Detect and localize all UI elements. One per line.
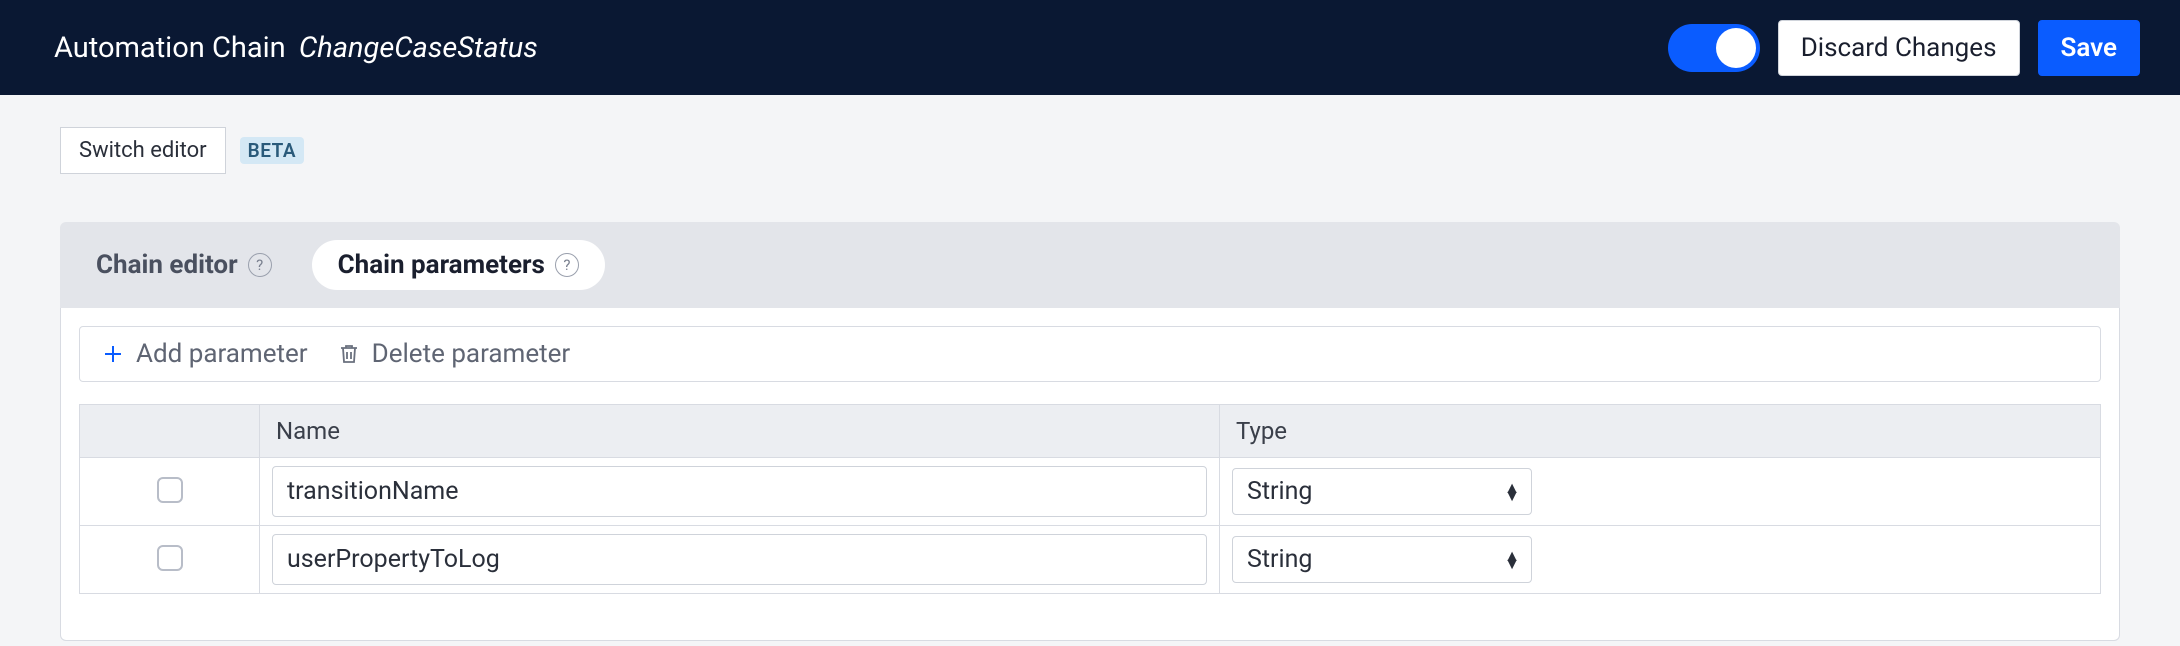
parameters-table: Name Type: [79, 404, 2101, 594]
row-check-cell: [80, 458, 260, 526]
beta-badge: BETA: [240, 137, 304, 164]
help-icon[interactable]: ?: [248, 253, 272, 277]
row-checkbox[interactable]: [157, 477, 183, 503]
tab-chain-parameters[interactable]: Chain parameters ?: [312, 240, 605, 290]
header-actions: Discard Changes Save: [1668, 20, 2140, 76]
plus-icon: [100, 341, 126, 367]
parameters-toolbar: Add parameter Delete parameter: [79, 326, 2101, 382]
toggle-knob: [1716, 28, 1756, 68]
col-type-header: Type: [1220, 405, 2101, 458]
parameter-type-select[interactable]: String: [1232, 536, 1532, 583]
row-checkbox[interactable]: [157, 545, 183, 571]
switch-editor-row: Switch editor BETA: [60, 127, 2120, 174]
header-bar: Automation Chain ChangeCaseStatus Discar…: [0, 0, 2180, 95]
help-icon[interactable]: ?: [555, 253, 579, 277]
tab-chain-editor[interactable]: Chain editor ?: [96, 250, 272, 280]
add-parameter-button[interactable]: Add parameter: [100, 339, 308, 369]
add-parameter-label: Add parameter: [136, 339, 308, 369]
delete-parameter-button[interactable]: Delete parameter: [336, 339, 571, 369]
tab-chain-editor-label: Chain editor: [96, 250, 238, 280]
title-chain-name: ChangeCaseStatus: [299, 31, 538, 65]
table-header-row: Name Type: [80, 405, 2101, 458]
col-name-header: Name: [260, 405, 1220, 458]
title-label: Automation Chain: [54, 31, 286, 65]
type-select-wrap: String ▲▼: [1232, 468, 1532, 515]
row-name-cell: [260, 458, 1220, 526]
page-title: Automation Chain ChangeCaseStatus: [54, 31, 538, 65]
row-check-cell: [80, 526, 260, 594]
content-area: Switch editor BETA Chain editor ? Chain …: [0, 95, 2180, 641]
discard-changes-button[interactable]: Discard Changes: [1778, 20, 2020, 76]
table-row: String ▲▼: [80, 526, 2101, 594]
table-row: String ▲▼: [80, 458, 2101, 526]
type-select-wrap: String ▲▼: [1232, 536, 1532, 583]
parameters-panel: Add parameter Delete parameter Name Type: [60, 308, 2120, 641]
parameter-name-input[interactable]: [272, 466, 1207, 517]
enable-toggle[interactable]: [1668, 24, 1760, 72]
col-check: [80, 405, 260, 458]
row-name-cell: [260, 526, 1220, 594]
row-type-cell: String ▲▼: [1220, 458, 2101, 526]
parameter-type-select[interactable]: String: [1232, 468, 1532, 515]
switch-editor-button[interactable]: Switch editor: [60, 127, 226, 174]
tabs-bar: Chain editor ? Chain parameters ?: [60, 222, 2120, 308]
row-type-cell: String ▲▼: [1220, 526, 2101, 594]
tab-chain-parameters-label: Chain parameters: [338, 250, 545, 280]
trash-icon: [336, 341, 362, 367]
save-button[interactable]: Save: [2038, 20, 2141, 76]
delete-parameter-label: Delete parameter: [372, 339, 571, 369]
editor-panel: Chain editor ? Chain parameters ? Add pa…: [60, 222, 2120, 641]
parameter-name-input[interactable]: [272, 534, 1207, 585]
